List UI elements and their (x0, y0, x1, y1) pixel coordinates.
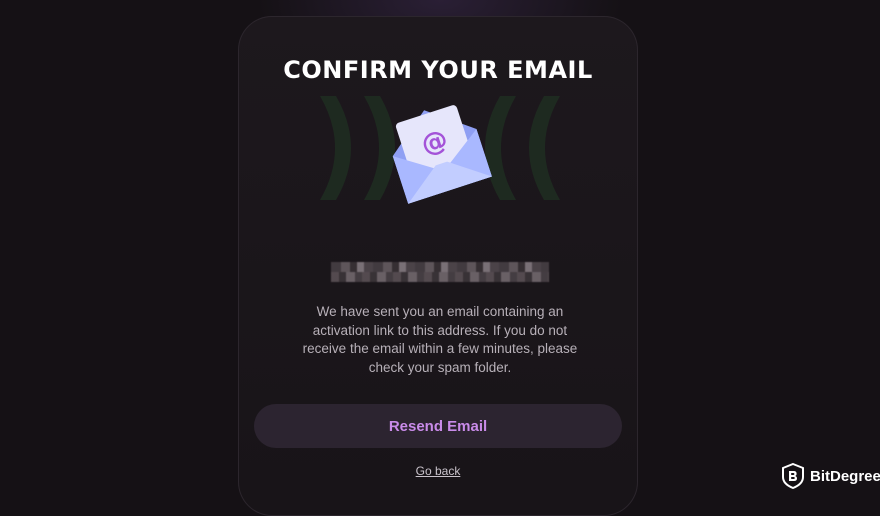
envelope-at-icon: @ (392, 105, 492, 204)
page-title: CONFIRM YOUR EMAIL (283, 56, 593, 84)
confirmation-description: We have sent you an email containing an … (302, 304, 578, 375)
bitdegree-shield-icon (782, 463, 804, 489)
masked-email-address (331, 262, 549, 282)
brand-name: BitDegree (810, 467, 880, 485)
resend-email-button[interactable]: Resend Email (254, 404, 622, 448)
go-back-link[interactable]: Go back (400, 464, 476, 478)
bitdegree-watermark: BitDegree (782, 463, 880, 489)
